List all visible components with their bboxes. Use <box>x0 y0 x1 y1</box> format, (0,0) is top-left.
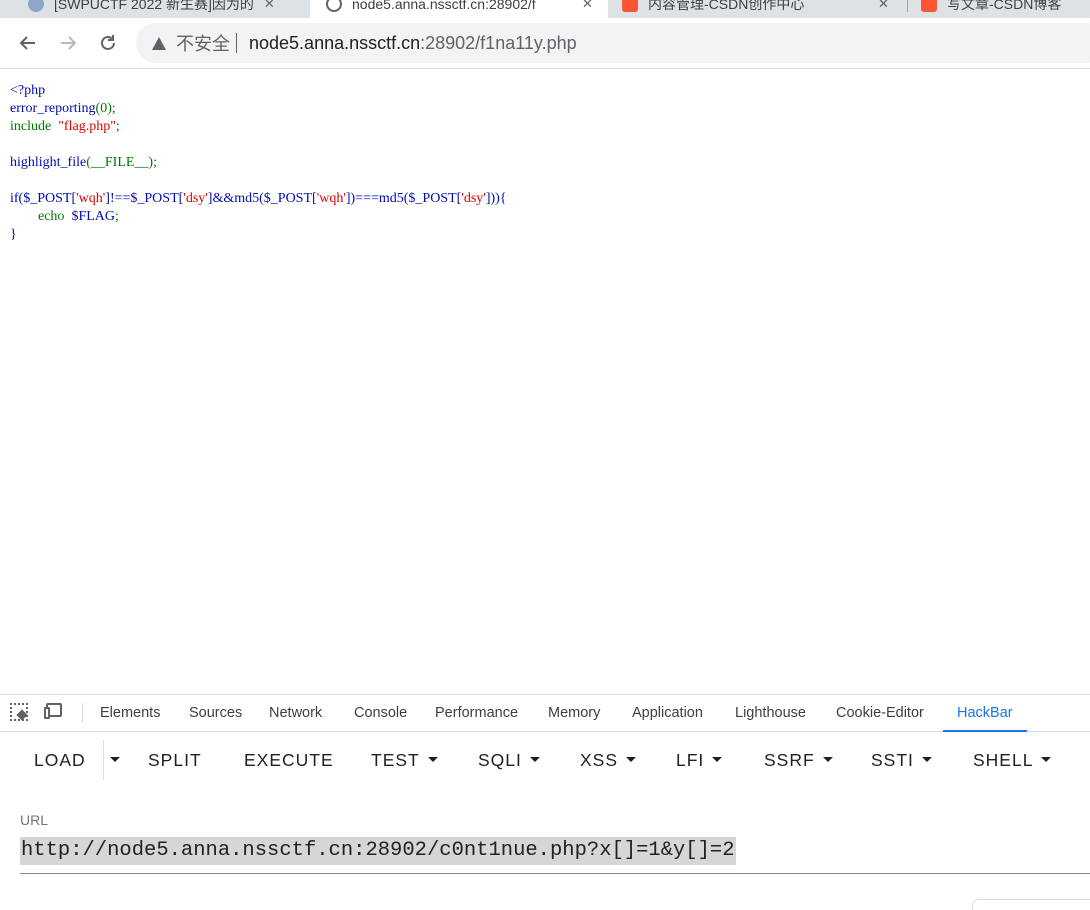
code-token: <?php <box>10 83 46 98</box>
button-label: LFI <box>676 750 705 770</box>
shell-menu-button[interactable]: SHELL <box>973 744 1052 776</box>
browser-tab-1[interactable]: [SWPUCTF 2022 新生赛]因为的 ✕ <box>28 0 298 18</box>
tab-performance[interactable]: Performance <box>435 695 518 731</box>
split-button[interactable]: SPLIT <box>148 744 202 776</box>
tab-divider <box>907 0 908 12</box>
button-label: LOAD <box>34 750 86 770</box>
button-label: EXECUTE <box>244 750 334 770</box>
caret-down-icon <box>110 757 120 763</box>
csdn-favicon-icon <box>921 0 937 12</box>
caret-down-icon <box>529 757 540 763</box>
back-arrow-icon[interactable] <box>16 31 40 55</box>
tab-title: 内容管理-CSDN创作中心 <box>648 0 805 12</box>
caret-down-icon <box>1041 757 1052 763</box>
tab-cookie-editor[interactable]: Cookie-Editor <box>836 695 924 731</box>
browser-tab-2[interactable]: node5.anna.nssctf.cn:28902/f ✕ <box>310 0 608 18</box>
code-token: echo <box>38 209 65 224</box>
code-token: include <box>10 119 52 134</box>
button-label: SPLIT <box>148 750 202 770</box>
code-token: ])===md5($_POST[ <box>345 191 462 206</box>
test-menu-button[interactable]: TEST <box>371 744 438 776</box>
php-source-code: <?php error_reporting(0); include "flag.… <box>10 82 507 244</box>
tab-close-icon[interactable]: ✕ <box>878 0 889 12</box>
code-token: $FLAG <box>71 209 115 224</box>
button-label: SSTI <box>871 750 914 770</box>
tab-title: [SWPUCTF 2022 新生赛]因为的 <box>54 0 254 12</box>
code-token: 'dsy' <box>183 191 208 206</box>
csdn-favicon-icon <box>622 0 638 12</box>
security-label[interactable]: 不安全 <box>176 30 230 56</box>
code-token: error_reporting <box>10 101 96 116</box>
caret-down-icon <box>712 757 723 763</box>
tab-sources[interactable]: Sources <box>189 695 242 731</box>
inspect-element-icon[interactable] <box>10 703 28 721</box>
tab-hackbar[interactable]: HackBar <box>943 695 1027 732</box>
globe-icon <box>326 0 342 12</box>
caret-down-icon <box>427 757 438 763</box>
tab-title: 写文章-CSDN博客 <box>947 0 1062 12</box>
address-bar[interactable]: 不安全 node5.anna.nssctf.cn:28902/f1na11y.p… <box>136 23 1090 63</box>
devtools-divider <box>82 703 83 723</box>
url-host[interactable]: node5.anna.nssctf.cn <box>249 33 420 54</box>
devtools-tab-bar: Elements Sources Network Console Perform… <box>0 694 1090 732</box>
code-token: ; <box>115 119 120 134</box>
url-field-label: URL <box>20 812 49 828</box>
browser-tab-3[interactable]: 内容管理-CSDN创作中心 ✕ <box>622 0 902 18</box>
code-token: "flag.php" <box>58 119 116 134</box>
tab-close-icon[interactable]: ✕ <box>582 0 593 12</box>
omnibox-divider <box>236 33 237 53</box>
forward-arrow-icon[interactable] <box>56 31 80 55</box>
button-label: XSS <box>580 750 619 770</box>
button-label: SQLI <box>478 750 522 770</box>
code-token: ]&&md5($_POST[ <box>207 191 317 206</box>
site-favicon-icon <box>28 0 44 12</box>
xss-menu-button[interactable]: XSS <box>580 744 637 776</box>
button-label: SSRF <box>764 750 815 770</box>
device-toolbar-icon[interactable] <box>44 703 64 721</box>
code-token: (__FILE__); <box>86 155 157 170</box>
lfi-menu-button[interactable]: LFI <box>676 744 723 776</box>
tab-title: node5.anna.nssctf.cn:28902/f <box>352 0 536 12</box>
button-label: SHELL <box>973 750 1034 770</box>
code-token: ]!==$_POST[ <box>105 191 184 206</box>
code-token: ; <box>115 209 119 224</box>
button-label: TEST <box>371 750 420 770</box>
caret-down-icon <box>921 757 932 763</box>
code-token: ])){ <box>485 191 507 206</box>
url-path[interactable]: :28902/f1na11y.php <box>420 33 576 54</box>
ssrf-menu-button[interactable]: SSRF <box>764 744 833 776</box>
url-input[interactable]: http://node5.anna.nssctf.cn:28902/c0nt1n… <box>20 837 736 865</box>
code-token: (0); <box>95 101 116 116</box>
tab-application[interactable]: Application <box>632 695 703 731</box>
tab-elements[interactable]: Elements <box>100 695 160 731</box>
code-token: 'wqh' <box>316 191 346 206</box>
code-token: 'dsy' <box>461 191 486 206</box>
tab-console[interactable]: Console <box>354 695 407 731</box>
browser-tab-4[interactable]: 写文章-CSDN博客 <box>921 0 1090 18</box>
browser-toolbar: 不安全 node5.anna.nssctf.cn:28902/f1na11y.p… <box>0 18 1090 69</box>
code-token: if($_POST[ <box>10 191 77 206</box>
tab-close-icon[interactable]: ✕ <box>264 0 275 12</box>
caret-down-icon <box>822 757 833 763</box>
load-button[interactable]: LOAD <box>34 744 86 776</box>
caret-down-icon <box>626 757 637 763</box>
tab-strip: [SWPUCTF 2022 新生赛]因为的 ✕ node5.anna.nssct… <box>0 0 1090 18</box>
url-input-underline <box>20 873 1090 874</box>
devtools-panel: Elements Sources Network Console Perform… <box>0 694 1090 910</box>
ssti-menu-button[interactable]: SSTI <box>871 744 932 776</box>
post-data-toggle[interactable] <box>972 899 1090 910</box>
reload-icon[interactable] <box>96 31 120 55</box>
load-dropdown-button[interactable] <box>102 744 120 776</box>
tab-network[interactable]: Network <box>269 695 322 731</box>
code-token: 'wqh' <box>76 191 106 206</box>
execute-button[interactable]: EXECUTE <box>244 744 334 776</box>
sqli-menu-button[interactable]: SQLI <box>478 744 540 776</box>
code-token: highlight_file <box>10 155 87 170</box>
warning-icon[interactable] <box>152 36 166 50</box>
tab-lighthouse[interactable]: Lighthouse <box>735 695 806 731</box>
code-token: } <box>10 227 17 242</box>
tab-memory[interactable]: Memory <box>548 695 600 731</box>
